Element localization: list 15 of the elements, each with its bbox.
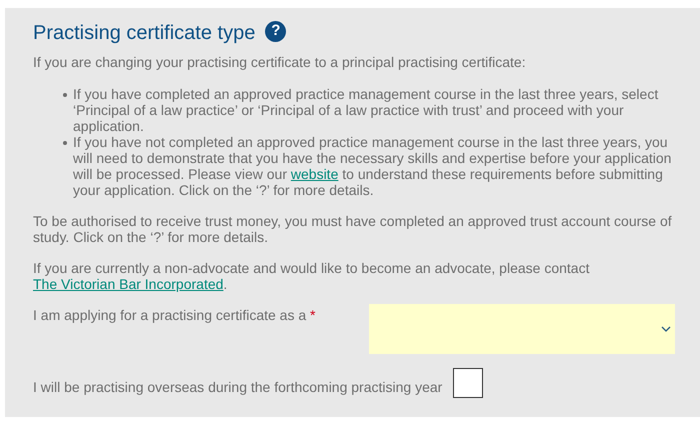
paragraph-text: If you are currently a non-advocate and would like to become an advocate, please contact The Victorian Bar Incorporated.	[33, 260, 590, 292]
intro-text: If you are changing your practising certificate to a principal practising certificate:	[33, 54, 527, 70]
paragraph-text: To be authorised to receive trust money, you must have completed an approved trust account course of study. Click on the ‘?’ for more details.	[33, 213, 672, 245]
chevron-down-icon	[661, 326, 671, 332]
section-title: Practising certificate type	[33, 21, 256, 46]
overseas-checkbox[interactable]	[453, 368, 484, 398]
bullet-icon	[63, 141, 67, 145]
checkbox-label: I will be practising overseas during the forthcoming practising year	[33, 379, 442, 395]
help-icon[interactable]: ?	[265, 20, 286, 42]
bullet-text: If you have not completed an approved practice management course in the last three years, you will need to demonstrate that you have the necessary skills and expertise before your application will be processed. Please view our website to understand these requirements before submitting your application. Click on the ‘?’ for more details.	[73, 134, 672, 198]
bullet-text: If you have completed an approved practice management course in the last three years, select ‘Principal of a law practice’ or ‘Principal of a law practice with trust’ and proceed with your application.	[73, 86, 660, 134]
field-label: I am applying for a practising certificate as a *	[33, 307, 316, 325]
bullet-icon	[63, 93, 67, 97]
link[interactable]: website	[290, 166, 338, 182]
link[interactable]: The Victorian Bar Incorporated	[33, 276, 224, 292]
